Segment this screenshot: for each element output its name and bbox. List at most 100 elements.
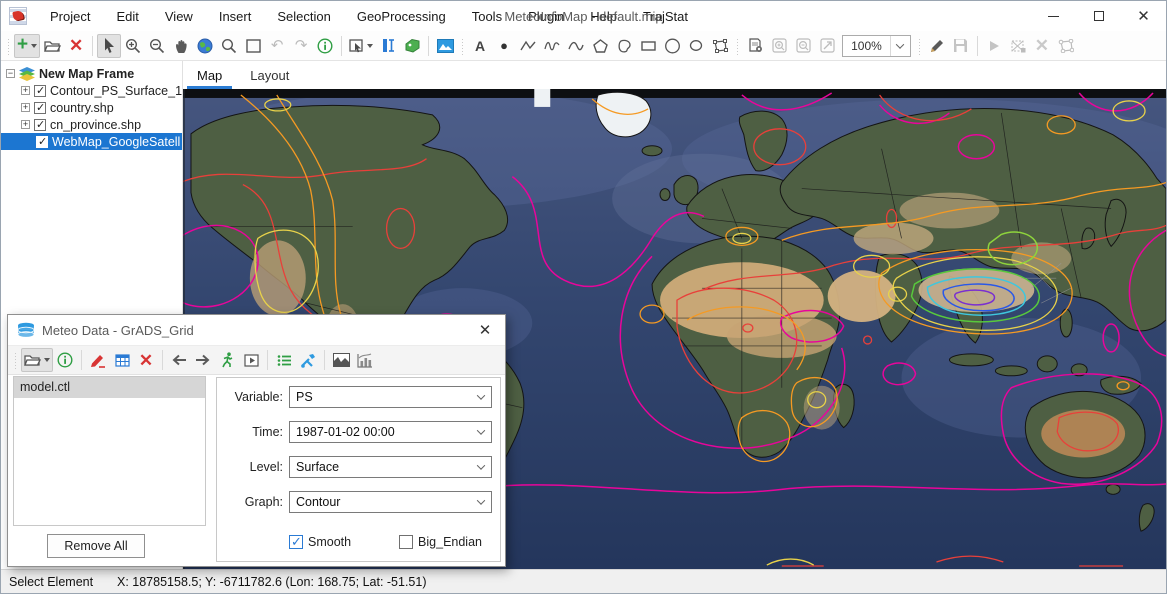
page-zoom-in-button[interactable] <box>767 34 791 58</box>
freehand-polygon-tool-button[interactable] <box>612 34 636 58</box>
tools-button[interactable] <box>296 348 320 372</box>
variable-select[interactable]: PS <box>289 386 492 408</box>
add-vertex-button[interactable] <box>1006 34 1030 58</box>
expand-icon[interactable]: + <box>21 120 30 129</box>
edit-vertices-tool-button[interactable] <box>708 34 732 58</box>
minimize-button[interactable] <box>1031 1 1076 31</box>
tab-layout[interactable]: Layout <box>236 64 303 89</box>
menu-plugin[interactable]: Plugin <box>515 1 577 31</box>
red-pencil-icon <box>90 353 106 368</box>
select-feature-button[interactable] <box>346 34 376 58</box>
expand-icon[interactable]: + <box>21 103 30 112</box>
previous-time-button[interactable] <box>167 348 191 372</box>
graph-select[interactable]: Contour <box>289 491 492 513</box>
combo-dropdown[interactable] <box>471 422 491 442</box>
layer-node-contour[interactable]: + Contour_PS_Surface_19 <box>1 82 182 99</box>
menu-insert[interactable]: Insert <box>206 1 265 31</box>
menu-view[interactable]: View <box>152 1 206 31</box>
pan-tool-button[interactable] <box>169 34 193 58</box>
zoom-combo-dropdown[interactable] <box>890 36 910 56</box>
layer-visibility-checkbox[interactable] <box>34 85 46 97</box>
identify-button[interactable] <box>313 34 337 58</box>
remove-layer-button[interactable]: ✕ <box>64 34 88 58</box>
curve-tool-button[interactable] <box>564 34 588 58</box>
insert-image-button[interactable] <box>433 34 457 58</box>
zoom-to-extent-button[interactable] <box>241 34 265 58</box>
open-data-button[interactable] <box>21 348 53 372</box>
zoom-level-combo[interactable]: 100% <box>842 35 911 57</box>
layer-visibility-checkbox[interactable] <box>36 136 48 148</box>
combo-dropdown[interactable] <box>471 387 491 407</box>
zoom-next-button[interactable]: ↷ <box>289 34 313 58</box>
delete-graphic-button[interactable]: ✕ <box>1030 34 1054 58</box>
data-info-button[interactable] <box>53 348 77 372</box>
label-button[interactable] <box>400 34 424 58</box>
smooth-checkbox[interactable] <box>289 535 303 549</box>
layer-visibility-checkbox[interactable] <box>34 102 46 114</box>
tools-icon <box>300 353 316 368</box>
polyline-tool-button[interactable] <box>516 34 540 58</box>
big-endian-checkbox[interactable] <box>399 535 413 549</box>
reshape-button[interactable] <box>1054 34 1078 58</box>
select-tool-button[interactable] <box>97 34 121 58</box>
start-edit-button[interactable] <box>925 34 949 58</box>
freehand-line-tool-button[interactable] <box>540 34 564 58</box>
play-animation-button[interactable] <box>982 34 1006 58</box>
tab-map[interactable]: Map <box>183 64 236 89</box>
save-edit-button[interactable] <box>949 34 973 58</box>
animation-settings-button[interactable] <box>239 348 263 372</box>
dialog-titlebar[interactable]: Meteo Data - GrADS_Grid ✕ <box>8 315 505 346</box>
menu-project[interactable]: Project <box>37 1 103 31</box>
layer-node-province[interactable]: + cn_province.shp <box>1 116 182 133</box>
rectangle-tool-button[interactable] <box>636 34 660 58</box>
animate-button[interactable] <box>215 348 239 372</box>
menu-help[interactable]: Help <box>577 1 630 31</box>
menu-selection[interactable]: Selection <box>264 1 343 31</box>
file-item[interactable]: model.ctl <box>14 377 205 398</box>
level-select[interactable]: Surface <box>289 456 492 478</box>
remove-all-button[interactable]: Remove All <box>47 534 145 558</box>
zoom-to-layer-button[interactable] <box>217 34 241 58</box>
create-chart-button[interactable] <box>353 348 377 372</box>
full-extent-button[interactable] <box>193 34 217 58</box>
measurement-button[interactable] <box>376 34 400 58</box>
maximize-button[interactable] <box>1076 1 1121 31</box>
dialog-close-button[interactable]: ✕ <box>465 315 505 345</box>
menu-trajstat[interactable]: TrajStat <box>630 1 701 31</box>
zoom-in-tool-button[interactable] <box>121 34 145 58</box>
remove-data-button[interactable]: ✕ <box>134 348 158 372</box>
zoom-previous-button[interactable]: ↶ <box>265 34 289 58</box>
opened-files-list[interactable]: model.ctl <box>13 376 206 526</box>
combo-dropdown[interactable] <box>471 457 491 477</box>
expand-icon[interactable]: + <box>21 86 30 95</box>
layer-visibility-checkbox[interactable] <box>34 119 46 131</box>
settings-list-button[interactable] <box>272 348 296 372</box>
add-layer-button[interactable]: + <box>14 34 40 58</box>
text-tool-button[interactable]: A <box>468 34 492 58</box>
ellipse-tool-button[interactable] <box>660 34 684 58</box>
collapse-icon[interactable]: − <box>6 69 15 78</box>
toolbar-separator <box>162 350 163 370</box>
close-button[interactable]: ✕ <box>1121 1 1166 31</box>
chevron-down-icon <box>477 391 485 399</box>
page-setup-button[interactable] <box>743 34 767 58</box>
menu-tools[interactable]: Tools <box>459 1 515 31</box>
create-map-layer-button[interactable] <box>329 348 353 372</box>
time-select[interactable]: 1987-01-02 00:00 <box>289 421 492 443</box>
combo-dropdown[interactable] <box>471 492 491 512</box>
fit-to-window-button[interactable] <box>815 34 839 58</box>
circle-tool-button[interactable] <box>684 34 708 58</box>
layer-node-webmap[interactable]: WebMap_GoogleSatell <box>1 133 182 150</box>
menu-geoprocessing[interactable]: GeoProcessing <box>344 1 459 31</box>
point-tool-button[interactable]: ● <box>492 34 516 58</box>
menu-edit[interactable]: Edit <box>103 1 151 31</box>
next-time-button[interactable] <box>191 348 215 372</box>
map-frame-node[interactable]: − New Map Frame <box>1 65 182 82</box>
draw-data-button[interactable] <box>86 348 110 372</box>
open-project-button[interactable] <box>40 34 64 58</box>
view-data-table-button[interactable] <box>110 348 134 372</box>
page-zoom-out-button[interactable] <box>791 34 815 58</box>
zoom-out-tool-button[interactable] <box>145 34 169 58</box>
polygon-tool-button[interactable] <box>588 34 612 58</box>
layer-node-country[interactable]: + country.shp <box>1 99 182 116</box>
